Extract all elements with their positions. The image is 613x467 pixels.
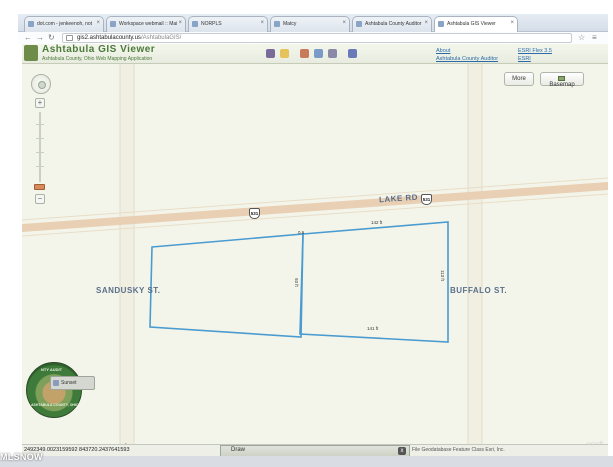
parcel-east: [299, 221, 449, 343]
dimension-label: 93 ft: [294, 278, 299, 287]
layer-toggle-button[interactable]: Sunset: [50, 376, 95, 390]
bookmark-star-icon[interactable]: ☆: [578, 33, 585, 42]
lake-road: [22, 182, 608, 232]
parcel-west: [149, 233, 304, 338]
browser-toolbar: ← → ↻ gis2.ashtabulacounty.us/AshtabulaG…: [18, 32, 608, 44]
sandusky-street-bed: [120, 64, 134, 456]
close-tab-icon[interactable]: ×: [178, 20, 182, 26]
favicon-icon: [28, 21, 34, 27]
esri-link[interactable]: ESRI: [518, 56, 531, 62]
identify-tool-icon[interactable]: [314, 49, 323, 58]
auditor-link[interactable]: Ashtabula County Auditor: [436, 56, 498, 62]
dimension-label: 113 ft: [440, 270, 445, 281]
close-tab-icon[interactable]: ×: [510, 20, 514, 26]
dimension-label: 0.6: [298, 230, 305, 235]
favicon-icon: [110, 21, 116, 27]
county-logo-icon: [24, 45, 38, 61]
seal-text-top: NTY AUDIT: [41, 367, 63, 372]
browser-tab-active[interactable]: Ashtabula GIS Viewer ×: [434, 16, 518, 33]
route-shield-icon: 531: [249, 208, 260, 219]
basemap-icon: [557, 76, 565, 81]
folder-tool-icon[interactable]: [280, 49, 289, 58]
measure-tool-icon[interactable]: [300, 49, 309, 58]
favicon-icon: [438, 21, 444, 27]
close-tab-icon[interactable]: ×: [424, 20, 428, 26]
print-tool-icon[interactable]: [348, 49, 357, 58]
back-arrow-icon[interactable]: ←: [24, 33, 32, 42]
taskbar: [0, 456, 613, 467]
flex-link[interactable]: ESRI Flex 3.5: [518, 48, 552, 54]
about-link[interactable]: About: [436, 48, 450, 54]
url-host: gis2.ashtabulacounty.us: [77, 35, 141, 41]
app-subtitle: Ashtabula County, Ohio Web Mapping Appli…: [42, 56, 153, 62]
dimension-label: 141 ft: [367, 326, 379, 331]
browser-tab[interactable]: Matcy ×: [270, 16, 350, 32]
mls-watermark: MLSNOW: [0, 452, 43, 462]
favicon-icon: [274, 21, 280, 27]
settings-wrench-icon[interactable]: ≡: [592, 33, 597, 42]
app-header: Ashtabula GIS Viewer Ashtabula County, O…: [22, 44, 608, 64]
zoom-out-button[interactable]: −: [35, 194, 45, 204]
zoom-slider-thumb[interactable]: [34, 184, 45, 190]
reload-icon[interactable]: ↻: [48, 33, 55, 42]
layer-info-text: File Geodatabase Feature Class Esri, Inc…: [412, 447, 505, 453]
favicon-icon: [192, 21, 198, 27]
browser-tab[interactable]: Ashtabula County Auditor ×: [352, 16, 432, 32]
map-graphics: [22, 64, 608, 456]
close-icon[interactable]: x: [398, 447, 406, 455]
pan-navigation-icon[interactable]: [31, 74, 51, 94]
forward-arrow-icon[interactable]: →: [36, 33, 44, 42]
route-shield-icon: 531: [421, 194, 432, 205]
address-bar[interactable]: gis2.ashtabulacounty.us/AshtabulaGIS/: [62, 33, 572, 43]
close-tab-icon[interactable]: ×: [96, 20, 100, 26]
close-tab-icon[interactable]: ×: [260, 20, 264, 26]
url-path: /AshtabulaGIS/: [140, 35, 182, 41]
favicon-icon: [356, 21, 362, 27]
basemap-button[interactable]: Basemap: [540, 72, 584, 88]
basemap-button-label: Basemap: [549, 82, 575, 88]
map-view[interactable]: LAKE RD SANDUSKY ST. BUFFALO ST. 531 531…: [22, 64, 608, 456]
browser-tab[interactable]: NORPLS ×: [188, 16, 268, 32]
pan-tool-icon[interactable]: [266, 49, 275, 58]
street-label-sandusky: SANDUSKY ST.: [96, 286, 161, 295]
zoom-in-button[interactable]: +: [35, 98, 45, 108]
browser-tab[interactable]: dot.com - jenkeenoh, not ×: [24, 16, 104, 32]
buffalo-street-bed: [468, 64, 482, 456]
county-seal-overview-icon[interactable]: NTY AUDIT ASHTABULA COUNTY, OHIO: [26, 362, 82, 418]
app-title: Ashtabula GIS Viewer: [42, 44, 156, 55]
page-icon: [66, 35, 73, 41]
seal-text-bottom: ASHTABULA COUNTY, OHIO: [31, 403, 79, 407]
browser-tab-strip: dot.com - jenkeenoh, not × Workspace web…: [18, 14, 608, 33]
more-button-label: More: [512, 76, 526, 82]
status-bar: 2492349.0023159592 843720.2437641593 Dra…: [22, 444, 608, 457]
browser-tab[interactable]: Workspace webmail :: Mai ×: [106, 16, 186, 32]
street-label-buffalo: BUFFALO ST.: [450, 286, 508, 295]
more-button[interactable]: More: [504, 72, 534, 86]
dimension-label: 142 ft: [371, 220, 383, 225]
draw-panel-label: Draw: [231, 447, 246, 453]
close-tab-icon[interactable]: ×: [342, 20, 346, 26]
search-tool-icon[interactable]: [328, 49, 337, 58]
zoom-slider-track[interactable]: [39, 112, 41, 182]
